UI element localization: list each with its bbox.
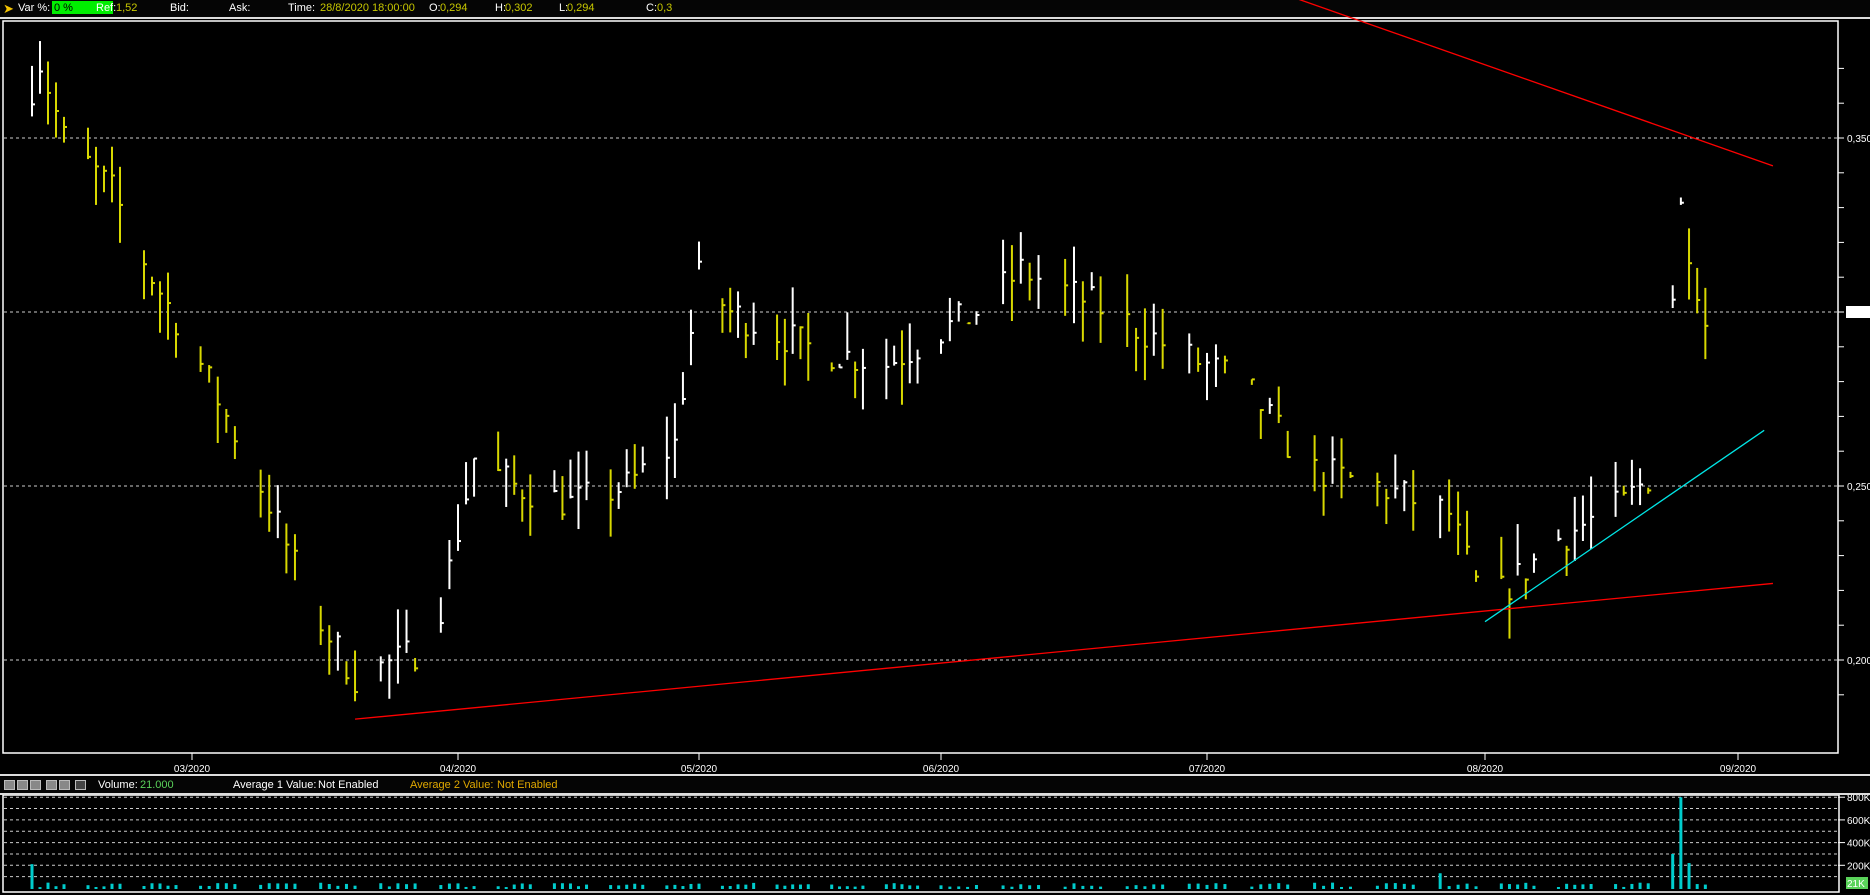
trendline-red <box>354 582 1773 720</box>
volume-axis-label: 400K <box>1847 839 1870 850</box>
volume-label: Volume: <box>98 779 138 791</box>
date-axis-label: 09/2020 <box>1720 764 1757 775</box>
trendline-cyan <box>1484 429 1765 623</box>
volume-last-label: 21K <box>1847 879 1865 890</box>
volume-axis-label: 200K <box>1847 861 1870 872</box>
move-up-icon[interactable] <box>46 780 57 790</box>
volume-header: Volume: 21.000 Average 1 Value: Not Enab… <box>0 777 1870 795</box>
volume-axis-label: 600K <box>1847 816 1870 827</box>
date-axis-label: 05/2020 <box>681 764 718 775</box>
minimize-icon[interactable] <box>4 780 15 790</box>
avg1-label: Average 1 Value: <box>233 779 317 791</box>
volume-pane-border <box>2 794 1840 893</box>
price-axis-label: 0,300 <box>1847 308 1870 319</box>
trendline-red <box>1298 0 1774 167</box>
date-axis-label: 07/2020 <box>1189 764 1226 775</box>
avg2-label: Average 2 Value: <box>410 779 494 791</box>
price-chart[interactable]: 0,350 0,300 0,250 0,200 03/2020 04/2020 05/20… <box>0 0 1870 895</box>
date-axis-label: 06/2020 <box>923 764 960 775</box>
avg2-value: Not Enabled <box>497 779 558 791</box>
maximize-icon[interactable] <box>17 780 28 790</box>
date-axis-label: 08/2020 <box>1467 764 1504 775</box>
date-axis-label: 03/2020 <box>174 764 211 775</box>
settings-gear-icon[interactable] <box>75 780 86 790</box>
avg1-value: Not Enabled <box>318 779 379 791</box>
price-pane-border <box>2 20 1839 754</box>
volume-value: 21.000 <box>140 779 174 791</box>
move-down-icon[interactable] <box>59 780 70 790</box>
close-icon[interactable] <box>30 780 41 790</box>
price-axis-label: 0,200 <box>1847 656 1870 667</box>
price-axis-label: 0,350 <box>1847 134 1870 145</box>
date-axis-label: 04/2020 <box>440 764 477 775</box>
price-axis-label: 0,250 <box>1847 482 1870 493</box>
